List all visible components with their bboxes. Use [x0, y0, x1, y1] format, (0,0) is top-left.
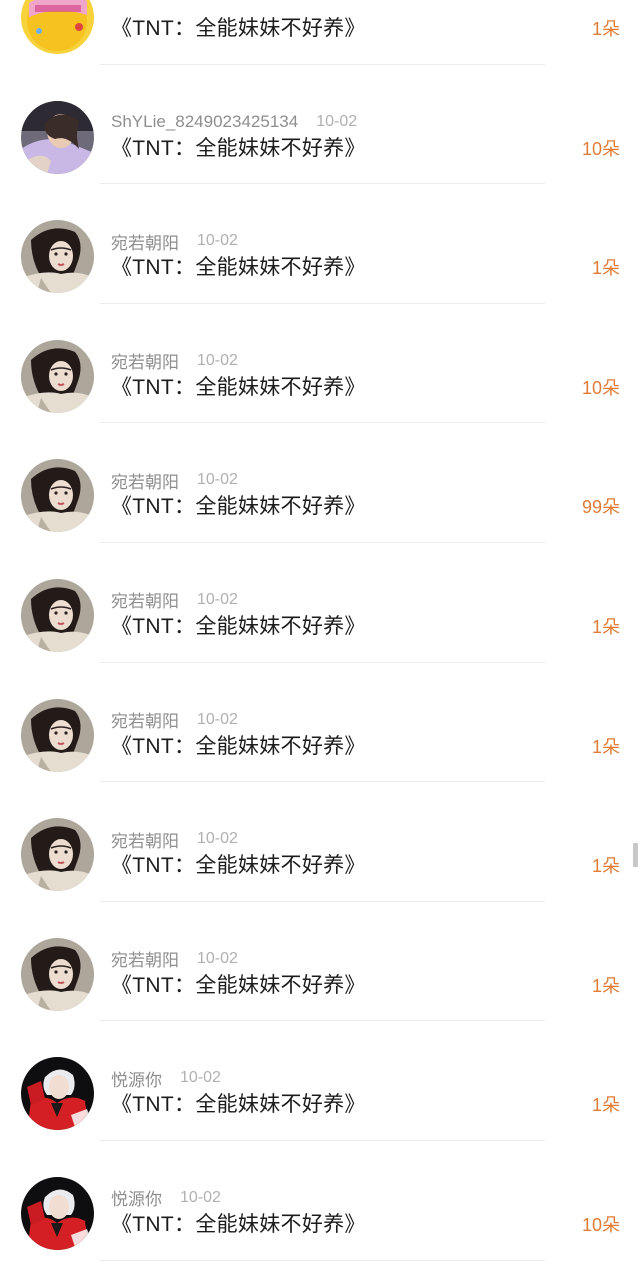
avatar[interactable] [21, 1176, 94, 1250]
avatar[interactable] [21, 1057, 94, 1131]
record-meta: 宛若朝阳 10-02 [111, 707, 238, 732]
gift-amount: 99朵 [581, 497, 620, 518]
record-meta: 宛若朝阳 10-02 [111, 468, 238, 493]
record-meta: 悦源你 10-02 [111, 1066, 221, 1091]
gift-date: 10-02 [197, 232, 238, 250]
username[interactable]: 宛若朝阳 [111, 468, 179, 493]
gift-record-row[interactable]: 宛若朝阳 10-02 《TNT：全能妹妹不好养》 1朵 [0, 902, 640, 1022]
username[interactable]: 悦源你 [111, 1185, 162, 1210]
gift-amount: 10朵 [581, 377, 620, 398]
gift-record-row[interactable]: ShYLie_8249023425134 10-02 《TNT：全能妹妹不好养》 10… [0, 65, 640, 185]
avatar[interactable] [21, 220, 94, 294]
gift-date: 10-02 [197, 949, 238, 967]
book-title: 《TNT：全能妹妹不好养》 [111, 256, 366, 280]
gift-date: 10-02 [197, 830, 238, 848]
gift-date: 10-02 [316, 112, 358, 130]
book-title: 《TNT：全能妹妹不好养》 [111, 854, 366, 878]
avatar[interactable] [21, 459, 94, 533]
gift-record-row[interactable]: 宛若朝阳 10-02 《TNT：全能妹妹不好养》 1朵 [0, 184, 640, 304]
avatar[interactable] [21, 339, 94, 413]
gift-date: 10-02 [180, 1188, 221, 1206]
gift-record-row[interactable]: 悦源你 10-02 《TNT：全能妹妹不好养》 1朵 [0, 1021, 640, 1141]
book-title: 《TNT：全能妹妹不好养》 [111, 614, 366, 638]
gift-record-row[interactable]: 宛若朝阳 10-02 《TNT：全能妹妹不好养》 1朵 [0, 663, 640, 783]
record-meta: 宛若朝阳 10-02 [111, 229, 238, 254]
gift-amount: 10朵 [581, 138, 620, 159]
gift-date: 10-02 [180, 1069, 221, 1087]
avatar[interactable] [21, 698, 94, 772]
gift-amount: 1朵 [591, 258, 620, 279]
record-meta: 宛若朝阳 10-02 [111, 348, 238, 373]
avatar[interactable] [21, 818, 94, 892]
gift-record-row[interactable]: 宛若朝阳 10-02 《TNT：全能妹妹不好养》 1朵 [0, 543, 640, 663]
record-meta: 悦源你 10-02 [111, 1185, 221, 1210]
username[interactable]: 宛若朝阳 [111, 348, 179, 373]
book-title: 《TNT：全能妹妹不好养》 [111, 973, 366, 997]
row-divider [100, 1259, 545, 1261]
gift-record-row[interactable]: 宛若朝阳 10-02 《TNT：全能妹妹不好养》 99朵 [0, 423, 640, 543]
gift-date: 10-02 [197, 710, 238, 728]
gift-amount: 1朵 [591, 975, 620, 996]
book-title: 《TNT：全能妹妹不好养》 [111, 17, 366, 40]
book-title: 《TNT：全能妹妹不好养》 [111, 734, 366, 758]
record-meta: 宛若朝阳 10-02 [111, 827, 238, 852]
gift-record-row[interactable]: 《TNT：全能妹妹不好养》 1朵 [0, 0, 640, 65]
username[interactable]: 宛若朝阳 [111, 229, 179, 254]
book-title: 《TNT：全能妹妹不好养》 [111, 136, 366, 160]
gift-amount: 1朵 [591, 856, 620, 877]
record-meta: 宛若朝阳 10-02 [111, 946, 238, 971]
record-meta: ShYLie_8249023425134 10-02 [111, 111, 357, 133]
gift-record-row[interactable]: 悦源你 10-02 《TNT：全能妹妹不好养》 10朵 [0, 1141, 640, 1261]
avatar[interactable] [21, 100, 94, 174]
gift-record-row[interactable]: 宛若朝阳 10-02 《TNT：全能妹妹不好养》 10朵 [0, 304, 640, 424]
gift-record-list: 《TNT：全能妹妹不好养》 1朵 ShYLie_8249023425134 10-02… [0, 0, 640, 1261]
gift-amount: 1朵 [591, 1095, 620, 1116]
book-title: 《TNT：全能妹妹不好养》 [111, 1212, 366, 1236]
gift-amount: 1朵 [591, 736, 620, 757]
gift-date: 10-02 [197, 590, 238, 608]
scrollbar-thumb[interactable] [633, 843, 638, 867]
book-title: 《TNT：全能妹妹不好养》 [111, 1093, 366, 1117]
gift-amount: 1朵 [591, 616, 620, 637]
username[interactable]: 悦源你 [111, 1066, 162, 1091]
username[interactable]: 宛若朝阳 [111, 707, 179, 732]
book-title: 《TNT：全能妹妹不好养》 [111, 495, 366, 519]
avatar[interactable] [21, 0, 94, 54]
gift-date: 10-02 [197, 351, 238, 369]
avatar[interactable] [21, 578, 94, 652]
gift-date: 10-02 [197, 471, 238, 489]
gift-amount: 10朵 [581, 1214, 620, 1235]
gift-amount: 1朵 [591, 19, 620, 39]
avatar[interactable] [21, 937, 94, 1011]
record-meta: 宛若朝阳 10-02 [111, 587, 238, 612]
username[interactable]: 宛若朝阳 [111, 827, 179, 852]
username[interactable]: 宛若朝阳 [111, 587, 179, 612]
gift-record-row[interactable]: 宛若朝阳 10-02 《TNT：全能妹妹不好养》 1朵 [0, 782, 640, 902]
book-title: 《TNT：全能妹妹不好养》 [111, 375, 366, 399]
username[interactable]: ShYLie_8249023425134 [111, 112, 298, 132]
username[interactable]: 宛若朝阳 [111, 946, 179, 971]
